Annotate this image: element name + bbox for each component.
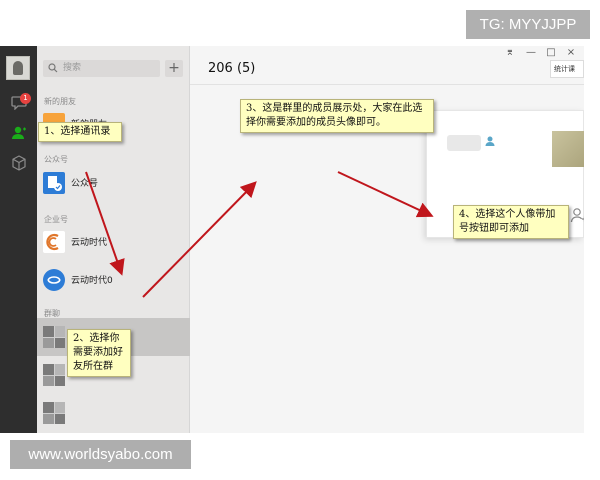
user-avatar[interactable] [6, 56, 30, 80]
list-item-enterprise[interactable]: 云动时代 [37, 223, 190, 261]
list-item-official[interactable]: 公众号 [37, 164, 190, 202]
search-input[interactable]: 搜索 [43, 60, 160, 77]
contacts-icon[interactable] [10, 124, 28, 142]
maximize-button[interactable]: □ [544, 46, 558, 60]
list-item-enterprise[interactable]: 云动时代0 [37, 261, 190, 299]
cube-icon[interactable] [10, 154, 28, 172]
member-photo[interactable] [552, 131, 584, 167]
annotation-step-4: 4、选择这个人像带加号按钮即可添加 [453, 205, 569, 239]
header-divider [190, 84, 584, 85]
annotation-step-1: 1、选择通讯录 [38, 122, 122, 142]
list-item-label: 云动时代 [71, 238, 108, 248]
search-placeholder: 搜索 [63, 63, 82, 73]
group-avatar [43, 364, 65, 386]
enterprise-logo-icon [43, 269, 65, 291]
minimize-button[interactable]: — [524, 46, 538, 60]
add-contact-button[interactable]: + [165, 60, 183, 77]
search-icon [48, 63, 58, 73]
unread-badge: 1 [20, 93, 31, 104]
watermark-top: TG: MYYJJPP [466, 10, 590, 39]
pin-button[interactable]: ⌆ [503, 46, 517, 60]
member-avatar[interactable] [447, 135, 481, 151]
close-button[interactable]: × [564, 46, 578, 60]
watermark-bottom: www.worldsyabo.com [10, 440, 191, 469]
add-member-icon[interactable] [570, 206, 584, 224]
list-item-label: 公众号 [71, 179, 99, 189]
icon-rail: 1 [0, 46, 37, 433]
chat-title: 206 (5) [208, 61, 256, 76]
enterprise-logo-icon [43, 231, 65, 253]
group-avatar [43, 326, 65, 348]
member-badge-icon [485, 136, 495, 146]
annotation-step-2: 2、选择你需要添加好友所在群 [67, 329, 131, 377]
official-account-icon [43, 172, 65, 194]
list-item-label: 云动时代0 [71, 276, 113, 286]
list-item-group[interactable] [37, 394, 190, 432]
annotation-step-3: 3、这是群里的成员展示处，大家在此选择你需要添加的成员头像即可。 [240, 99, 434, 133]
side-tab[interactable]: 统计课 [550, 60, 584, 78]
group-avatar [43, 402, 65, 424]
wechat-window: 1 搜索 + 新的朋友 新的朋友 公众号 公众号 企业号 [0, 46, 584, 433]
